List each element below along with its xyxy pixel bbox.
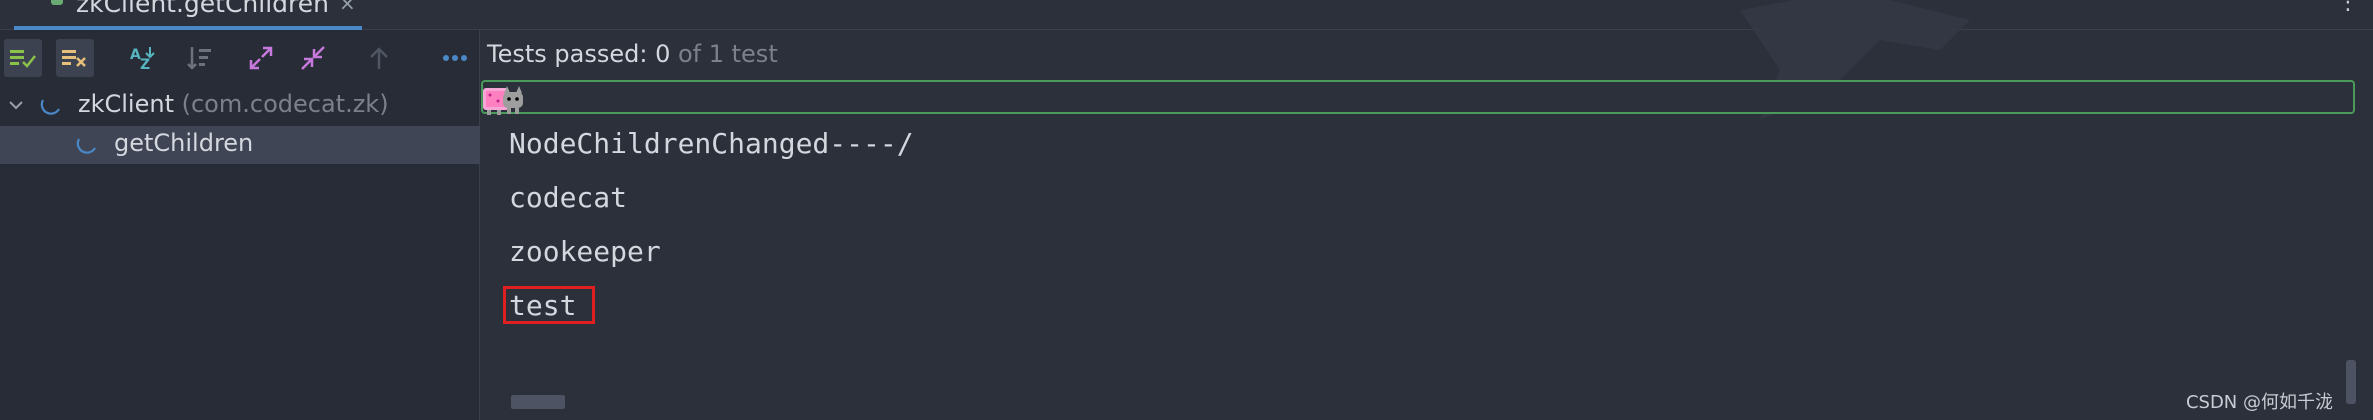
show-passed-button[interactable] bbox=[4, 39, 42, 77]
test-status-header: Tests passed: 0 of 1 test bbox=[481, 30, 2373, 80]
tab-zkclient-getchildren[interactable]: zkClient.getChildren × bbox=[14, 0, 362, 30]
expand-all-button[interactable] bbox=[242, 39, 280, 77]
tab-bar: zkClient.getChildren × ⋮ bbox=[0, 0, 2373, 120]
test-tree-panel: A Z zkClient (com.codecat.zk) getChildre… bbox=[0, 30, 480, 420]
collapse-all-icon bbox=[301, 46, 325, 70]
sort-duration-icon bbox=[187, 47, 211, 70]
csdn-watermark: CSDN @何如千泷 bbox=[2185, 392, 2333, 413]
collapse-all-button[interactable] bbox=[294, 39, 332, 77]
expand-all-icon bbox=[249, 46, 273, 70]
show-ignored-icon bbox=[62, 50, 86, 67]
console-line: zookeeper bbox=[509, 235, 661, 268]
previous-failed-button[interactable] bbox=[360, 39, 398, 77]
tab-title: zkClient.getChildren bbox=[76, 0, 329, 18]
more-options-button[interactable] bbox=[436, 39, 474, 77]
package-name: (com.codecat.zk) bbox=[181, 90, 389, 118]
tests-passed-status: Tests passed: 0 of 1 test bbox=[487, 40, 778, 68]
test-progress-bar bbox=[481, 80, 2355, 115]
running-spinner-icon bbox=[76, 138, 96, 154]
tree-node-label: zkClient (com.codecat.zk) bbox=[78, 90, 389, 118]
show-passed-icon bbox=[10, 50, 36, 68]
nyan-cat-progress-icon bbox=[483, 86, 523, 115]
annotation-highlight-box bbox=[503, 286, 595, 324]
show-ignored-button[interactable] bbox=[56, 39, 94, 77]
arrow-up-icon bbox=[370, 47, 388, 69]
tree-node-zkclient[interactable]: zkClient (com.codecat.zk) bbox=[0, 87, 480, 125]
tree-node-getchildren[interactable]: getChildren bbox=[0, 126, 480, 164]
ellipsis-icon bbox=[443, 55, 467, 61]
console-output: NodeChildrenChanged----/ codecat zookeep… bbox=[481, 116, 2341, 416]
horizontal-scrollbar-thumb[interactable] bbox=[511, 395, 565, 409]
test-run-icon bbox=[51, 0, 63, 5]
svg-text:Z: Z bbox=[140, 57, 150, 73]
console-line: NodeChildrenChanged----/ bbox=[509, 127, 914, 160]
console-line: codecat bbox=[509, 181, 628, 214]
chevron-down-icon[interactable] bbox=[8, 97, 24, 113]
close-icon[interactable]: × bbox=[339, 0, 356, 15]
vertical-scrollbar-thumb[interactable] bbox=[2346, 360, 2356, 404]
running-spinner-icon bbox=[40, 99, 60, 115]
sort-alphabetically-button[interactable]: A Z bbox=[124, 39, 162, 77]
test-toolbar: A Z bbox=[0, 30, 480, 85]
more-vertical-icon[interactable]: ⋮ bbox=[2337, 0, 2359, 15]
tree-node-label: getChildren bbox=[114, 129, 254, 157]
sort-by-duration-button[interactable] bbox=[180, 39, 218, 77]
sort-az-icon: A Z bbox=[130, 47, 155, 73]
